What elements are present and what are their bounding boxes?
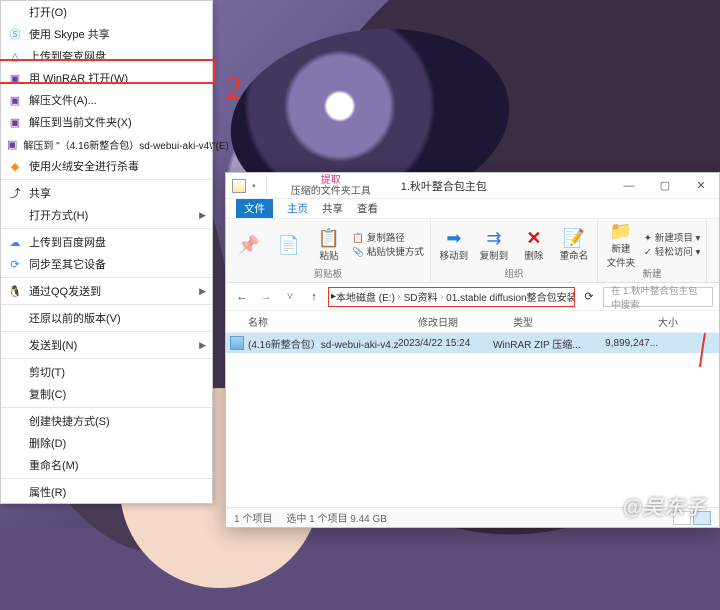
cm-rename[interactable]: 重命名(M) xyxy=(1,454,212,476)
cm-props[interactable]: 属性(R) xyxy=(1,481,212,503)
addressbar: ← → ˅ ↑ ▸ 本地磁盘 (E:)› SD资料› 01.stable dif… xyxy=(226,283,719,311)
cm-copy[interactable]: 复制(C) xyxy=(1,383,212,405)
cm-sync[interactable]: ⟳同步至其它设备 xyxy=(1,253,212,275)
easy-access[interactable]: ✓ 轻松访问 ▾ xyxy=(644,246,700,259)
up-button[interactable]: ↑ xyxy=(304,287,324,307)
cm-skype[interactable]: Ⓢ使用 Skype 共享 xyxy=(1,23,212,45)
cm-winrar-open[interactable]: ▣用 WinRAR 打开(W) xyxy=(1,67,212,89)
cm-quark[interactable]: △上传到夸克网盘 xyxy=(1,45,212,67)
cm-huorong[interactable]: ◆使用火绒安全进行杀毒 xyxy=(1,155,212,177)
search-input[interactable]: 在 1.秋叶整合包主包 中搜索 xyxy=(603,287,713,307)
annotation-number: 2 xyxy=(225,70,242,108)
menu-file[interactable]: 文件 xyxy=(236,199,273,218)
menu-view[interactable]: 查看 xyxy=(357,201,378,216)
copy-button[interactable]: 📄 xyxy=(272,236,306,254)
cm-extract-files[interactable]: ▣解压文件(A)... xyxy=(1,89,212,111)
paste-shortcut[interactable]: 📎 粘贴快捷方式 xyxy=(352,246,424,259)
cm-send-to[interactable]: 发送到(N)▶ xyxy=(1,334,212,356)
cm-qq[interactable]: 🐧通过QQ发送到▶ xyxy=(1,280,212,302)
cm-extract-here[interactable]: ▣解压到当前文件夹(X) xyxy=(1,111,212,133)
context-menu: 打开(O) Ⓢ使用 Skype 共享 △上传到夸克网盘 ▣用 WinRAR 打开… xyxy=(0,0,213,504)
cm-prev-ver[interactable]: 还原以前的版本(V) xyxy=(1,307,212,329)
share-icon: ⤴ xyxy=(7,185,23,201)
ribbon: 📌 📄 📋粘贴 📋 复制路径 📎 粘贴快捷方式 剪贴板 ➡移动到 ⇉复制到 ✕删… xyxy=(226,219,719,283)
chevron-right-icon: ▶ xyxy=(199,340,206,351)
moveto-button[interactable]: ➡移动到 xyxy=(437,229,471,262)
file-row[interactable]: (4.16新整合包）sd-webui-aki-v4.zip 2023/4/22 … xyxy=(226,333,719,353)
back-button[interactable]: ← xyxy=(232,287,252,307)
cm-extract-to[interactable]: ▣解压到 "（4.16新整合包）sd-webui-aki-v4\"(E) xyxy=(1,133,212,155)
annotation-line xyxy=(680,331,720,371)
cm-open[interactable]: 打开(O) xyxy=(1,1,212,23)
explorer-window: ▪ 提取 压缩的文件夹工具 1.秋叶整合包主包 — ▢ ✕ 文件 主页 共享 查… xyxy=(225,172,720,528)
close-button[interactable]: ✕ xyxy=(683,173,719,198)
newfolder-button[interactable]: 📁新建 文件夹 xyxy=(604,222,638,269)
copy-path[interactable]: 📋 复制路径 xyxy=(352,232,424,245)
paste-button[interactable]: 📋粘贴 xyxy=(312,229,346,262)
maximize-button[interactable]: ▢ xyxy=(647,173,683,198)
breadcrumb[interactable]: ▸ 本地磁盘 (E:)› SD资料› 01.stable diffusion整合… xyxy=(328,287,575,307)
copyto-button[interactable]: ⇉复制到 xyxy=(477,229,511,262)
menu-share[interactable]: 共享 xyxy=(322,201,343,216)
cm-delete[interactable]: 删除(D) xyxy=(1,432,212,454)
chevron-right-icon: ▶ xyxy=(199,210,206,221)
watermark: @吴东子 xyxy=(622,491,706,520)
menubar: 文件 主页 共享 查看 xyxy=(226,199,719,219)
cm-baidu[interactable]: ☁上传到百度网盘 xyxy=(1,231,212,253)
titlebar: ▪ 提取 压缩的文件夹工具 1.秋叶整合包主包 — ▢ ✕ xyxy=(226,173,719,199)
props-button[interactable]: ✔属性 xyxy=(713,229,720,262)
rename-button[interactable]: 📝重命名 xyxy=(557,229,591,262)
cm-cut[interactable]: 剪切(T) xyxy=(1,361,212,383)
refresh-button[interactable]: ⟳ xyxy=(579,287,599,307)
column-headers[interactable]: 名称 修改日期 类型 大小 xyxy=(226,311,719,333)
newitem[interactable]: ✦ 新建项目 ▾ xyxy=(644,232,700,245)
window-title: 1.秋叶整合包主包 xyxy=(401,178,487,194)
menu-home[interactable]: 主页 xyxy=(287,201,308,216)
folder-icon xyxy=(232,179,246,193)
minimize-button[interactable]: — xyxy=(611,173,647,198)
cm-open-with[interactable]: 打开方式(H)▶ xyxy=(1,204,212,226)
file-list: (4.16新整合包）sd-webui-aki-v4.zip 2023/4/22 … xyxy=(226,333,719,507)
ribbon-tab-extract[interactable]: 提取 xyxy=(321,175,341,186)
zip-icon xyxy=(230,336,244,350)
delete-button[interactable]: ✕删除 xyxy=(517,229,551,262)
recent-button[interactable]: ˅ xyxy=(280,287,300,307)
cm-share[interactable]: ⤴共享 xyxy=(1,182,212,204)
cm-shortcut[interactable]: 创建快捷方式(S) xyxy=(1,410,212,432)
chevron-right-icon: ▶ xyxy=(199,286,206,297)
pin-button: 📌 xyxy=(232,236,266,254)
forward-button[interactable]: → xyxy=(256,287,276,307)
